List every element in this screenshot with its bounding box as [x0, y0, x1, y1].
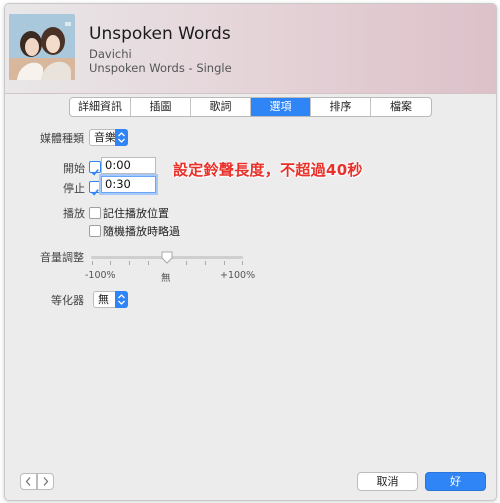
tab-options[interactable]: 選項 [251, 98, 311, 116]
tab-artwork[interactable]: 插圖 [131, 98, 191, 116]
volume-slider-thumb[interactable] [161, 251, 173, 264]
annotation-callout: 設定鈴聲長度，不超過40秒 [173, 161, 363, 179]
stop-time-field[interactable]: 0:30 [101, 176, 156, 193]
previous-button[interactable] [20, 473, 37, 490]
tab-bar: 詳細資訊 插圖 歌詞 選項 排序 檔案 [69, 97, 432, 117]
chevron-right-icon [43, 477, 49, 486]
song-title: Unspoken Words [89, 24, 231, 44]
start-label: 開始 [63, 162, 85, 175]
next-button[interactable] [37, 473, 54, 490]
checkmark-icon [91, 169, 99, 176]
tab-file[interactable]: 檔案 [371, 98, 431, 116]
cancel-button[interactable]: 取消 [357, 472, 418, 491]
chevron-left-icon [25, 477, 31, 486]
song-header: Unspoken Words Davichi Unspoken Words - … [5, 4, 496, 94]
stop-checkbox[interactable] [89, 181, 101, 196]
volume-tick [186, 261, 187, 265]
skip-shuffle-checkbox[interactable] [89, 225, 101, 237]
select-arrows-icon [115, 129, 128, 146]
ok-button[interactable]: 好 [425, 472, 486, 491]
select-arrows-icon [115, 291, 128, 308]
equalizer-value: 無 [98, 293, 109, 306]
remember-position-label: 記住播放位置 [103, 207, 169, 220]
equalizer-label: 等化器 [51, 294, 84, 307]
media-kind-label: 媒體種類 [40, 132, 84, 145]
volume-tick [148, 261, 149, 265]
tab-details[interactable]: 詳細資訊 [70, 98, 131, 116]
stop-label: 停止 [63, 182, 85, 195]
skip-shuffle-label: 隨機播放時略過 [103, 225, 180, 238]
volume-tick [129, 261, 130, 265]
song-info-dialog: Unspoken Words Davichi Unspoken Words - … [4, 3, 497, 501]
volume-tick [205, 261, 206, 265]
media-kind-select[interactable]: 音樂 [89, 129, 128, 146]
album-artwork-image [9, 14, 75, 80]
volume-min-label: -100% [85, 270, 116, 281]
song-artist: Davichi [89, 47, 132, 61]
volume-tick [110, 261, 111, 265]
volume-tick [92, 261, 93, 265]
playback-label: 播放 [63, 207, 85, 220]
tab-lyrics[interactable]: 歌詞 [191, 98, 251, 116]
remember-position-checkbox[interactable] [89, 207, 101, 219]
start-checkbox[interactable] [89, 161, 101, 176]
tab-sorting[interactable]: 排序 [311, 98, 371, 116]
volume-tick [242, 261, 243, 265]
volume-label: 音量調整 [40, 251, 84, 264]
checkmark-icon [91, 189, 99, 196]
media-kind-value: 音樂 [94, 131, 116, 144]
song-album: Unspoken Words - Single [89, 61, 232, 75]
equalizer-select[interactable]: 無 [93, 291, 128, 308]
album-artwork [9, 14, 75, 80]
volume-mid-label: 無 [161, 273, 171, 284]
start-time-field[interactable]: 0:00 [101, 157, 156, 174]
volume-tick [224, 261, 225, 265]
volume-max-label: +100% [220, 270, 256, 281]
